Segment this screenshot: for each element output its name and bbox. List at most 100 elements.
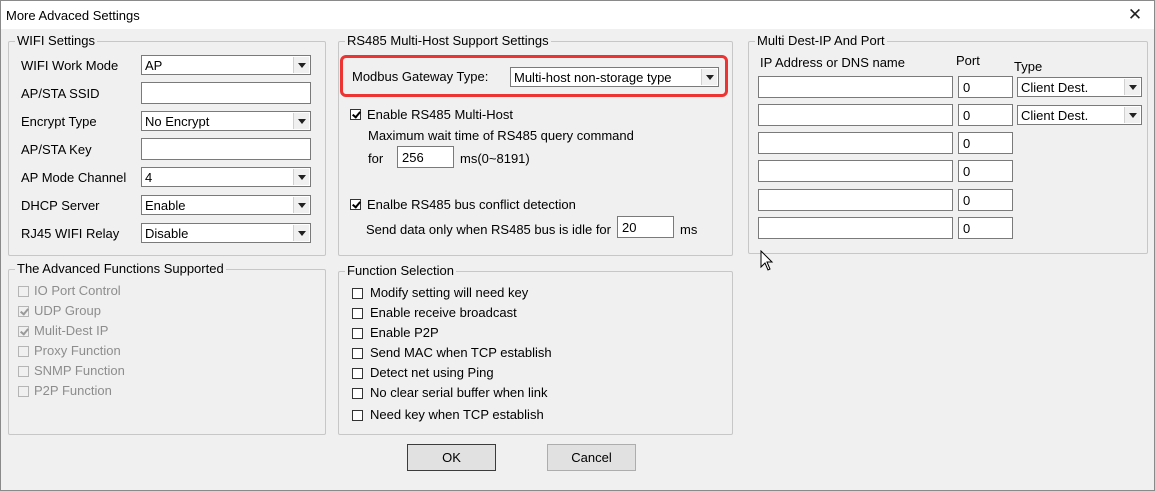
chevron-down-icon[interactable] bbox=[1124, 79, 1140, 95]
dest-port-input[interactable]: 0 bbox=[958, 217, 1013, 239]
wait-time-input[interactable]: 256 bbox=[397, 146, 454, 168]
cancel-button[interactable]: Cancel bbox=[547, 444, 636, 471]
dest-ip-input[interactable] bbox=[758, 189, 953, 211]
key-input[interactable] bbox=[141, 138, 311, 160]
encrypt-type-label: Encrypt Type bbox=[21, 114, 97, 129]
no-clear-buffer-checkbox[interactable] bbox=[352, 388, 363, 399]
ok-button[interactable]: OK bbox=[407, 444, 496, 471]
dest-type-select[interactable]: Client Dest. bbox=[1017, 105, 1142, 125]
dest-ip-input[interactable] bbox=[758, 160, 953, 182]
dest-port-value: 0 bbox=[963, 80, 971, 95]
gateway-type-select[interactable]: Multi-host non-storage type bbox=[510, 67, 719, 87]
function-selection-legend: Function Selection bbox=[345, 263, 456, 278]
ap-channel-value: 4 bbox=[145, 170, 153, 185]
advanced-functions-group: The Advanced Functions Supported IO Port… bbox=[8, 261, 326, 435]
ssid-label: AP/STA SSID bbox=[21, 86, 100, 101]
bus-conflict-checkbox[interactable] bbox=[350, 199, 361, 210]
multi-dest-ip-checkbox bbox=[18, 326, 29, 337]
rj45-relay-select[interactable]: Disable bbox=[141, 223, 311, 243]
dest-port-input[interactable]: 0 bbox=[958, 160, 1013, 182]
detect-ping-checkbox[interactable] bbox=[352, 368, 363, 379]
wait-time-value: 256 bbox=[402, 150, 424, 165]
chevron-down-icon[interactable] bbox=[293, 169, 309, 185]
io-port-control-label: IO Port Control bbox=[34, 283, 121, 298]
dhcp-server-select[interactable]: Enable bbox=[141, 195, 311, 215]
dhcp-server-label: DHCP Server bbox=[21, 198, 100, 213]
key-label: AP/STA Key bbox=[21, 142, 92, 157]
snmp-function-checkbox bbox=[18, 366, 29, 377]
chevron-down-icon[interactable] bbox=[293, 197, 309, 213]
enable-p2p-checkbox[interactable] bbox=[352, 328, 363, 339]
idle-time-value: 20 bbox=[622, 220, 637, 235]
column-ip-header: IP Address or DNS name bbox=[760, 55, 905, 70]
dest-ip-input[interactable] bbox=[758, 132, 953, 154]
idle-time-unit: ms bbox=[680, 222, 698, 237]
detect-ping-label: Detect net using Ping bbox=[370, 365, 494, 380]
wifi-settings-legend: WIFI Settings bbox=[15, 33, 98, 48]
column-type-header: Type bbox=[1014, 59, 1043, 74]
enable-p2p-label: Enable P2P bbox=[370, 325, 439, 340]
dest-type-value: Client Dest. bbox=[1021, 108, 1089, 123]
gateway-type-value: Multi-host non-storage type bbox=[514, 70, 672, 85]
multi-dest-ip-label: Mulit-Dest IP bbox=[34, 323, 109, 338]
p2p-function-label: P2P Function bbox=[34, 383, 112, 398]
udp-group-label: UDP Group bbox=[34, 303, 101, 318]
mouse-pointer-icon bbox=[760, 250, 774, 271]
need-key-tcp-checkbox[interactable] bbox=[352, 410, 363, 421]
chevron-down-icon[interactable] bbox=[293, 225, 309, 241]
dest-port-input[interactable]: 0 bbox=[958, 76, 1013, 98]
close-icon[interactable]: ✕ bbox=[1124, 4, 1146, 26]
send-mac-checkbox[interactable] bbox=[352, 348, 363, 359]
idle-time-input[interactable]: 20 bbox=[617, 216, 674, 238]
receive-broadcast-checkbox[interactable] bbox=[352, 308, 363, 319]
gateway-type-label: Modbus Gateway Type: bbox=[352, 69, 489, 84]
send-mac-label: Send MAC when TCP establish bbox=[370, 345, 552, 360]
idle-text: Send data only when RS485 bus is idle fo… bbox=[366, 222, 611, 237]
io-port-control-checkbox bbox=[18, 286, 29, 297]
title-bar: More Advaced Settings ✕ bbox=[1, 1, 1154, 29]
modify-setting-key-checkbox[interactable] bbox=[352, 288, 363, 299]
udp-group-checkbox bbox=[18, 306, 29, 317]
column-port-header: Port bbox=[956, 53, 980, 68]
wifi-work-mode-label: WIFI Work Mode bbox=[21, 58, 119, 73]
p2p-function-checkbox bbox=[18, 386, 29, 397]
ap-channel-select[interactable]: 4 bbox=[141, 167, 311, 187]
chevron-down-icon[interactable] bbox=[701, 69, 717, 85]
ap-channel-label: AP Mode Channel bbox=[21, 170, 127, 185]
dest-ip-input[interactable] bbox=[758, 217, 953, 239]
multi-dest-legend: Multi Dest-IP And Port bbox=[755, 33, 887, 48]
chevron-down-icon[interactable] bbox=[293, 113, 309, 129]
wifi-work-mode-select[interactable]: AP bbox=[141, 55, 311, 75]
proxy-function-label: Proxy Function bbox=[34, 343, 121, 358]
rs485-group: RS485 Multi-Host Support Settings Modbus… bbox=[338, 33, 733, 256]
chevron-down-icon[interactable] bbox=[293, 57, 309, 73]
dest-ip-input[interactable] bbox=[758, 76, 953, 98]
modify-setting-key-label: Modify setting will need key bbox=[370, 285, 529, 300]
rj45-relay-value: Disable bbox=[145, 226, 189, 241]
dest-port-value: 0 bbox=[963, 221, 971, 236]
chevron-down-icon[interactable] bbox=[1124, 107, 1140, 123]
receive-broadcast-label: Enable receive broadcast bbox=[370, 305, 517, 320]
advanced-functions-legend: The Advanced Functions Supported bbox=[15, 261, 226, 276]
dest-port-input[interactable]: 0 bbox=[958, 189, 1013, 211]
dest-type-select[interactable]: Client Dest. bbox=[1017, 77, 1142, 97]
ssid-input[interactable] bbox=[141, 82, 311, 104]
dest-ip-input[interactable] bbox=[758, 104, 953, 126]
dialog-window: More Advaced Settings ✕ WIFI Settings WI… bbox=[0, 0, 1155, 491]
multi-dest-group: Multi Dest-IP And Port IP Address or DNS… bbox=[748, 33, 1148, 254]
wait-time-unit: ms(0~8191) bbox=[460, 151, 530, 166]
wifi-work-mode-value: AP bbox=[145, 58, 163, 73]
dest-port-input[interactable]: 0 bbox=[958, 104, 1013, 126]
dest-port-value: 0 bbox=[963, 108, 971, 123]
wait-time-text: Maximum wait time of RS485 query command bbox=[368, 128, 634, 143]
encrypt-type-select[interactable]: No Encrypt bbox=[141, 111, 311, 131]
no-clear-buffer-label: No clear serial buffer when link bbox=[370, 385, 548, 400]
enable-multihost-checkbox[interactable] bbox=[350, 109, 361, 120]
dest-type-value: Client Dest. bbox=[1021, 80, 1089, 95]
window-title: More Advaced Settings bbox=[6, 8, 140, 23]
rj45-relay-label: RJ45 WIFI Relay bbox=[21, 226, 120, 241]
dest-port-input[interactable]: 0 bbox=[958, 132, 1013, 154]
rs485-legend: RS485 Multi-Host Support Settings bbox=[345, 33, 551, 48]
need-key-tcp-label: Need key when TCP establish bbox=[370, 407, 544, 422]
snmp-function-label: SNMP Function bbox=[34, 363, 125, 378]
